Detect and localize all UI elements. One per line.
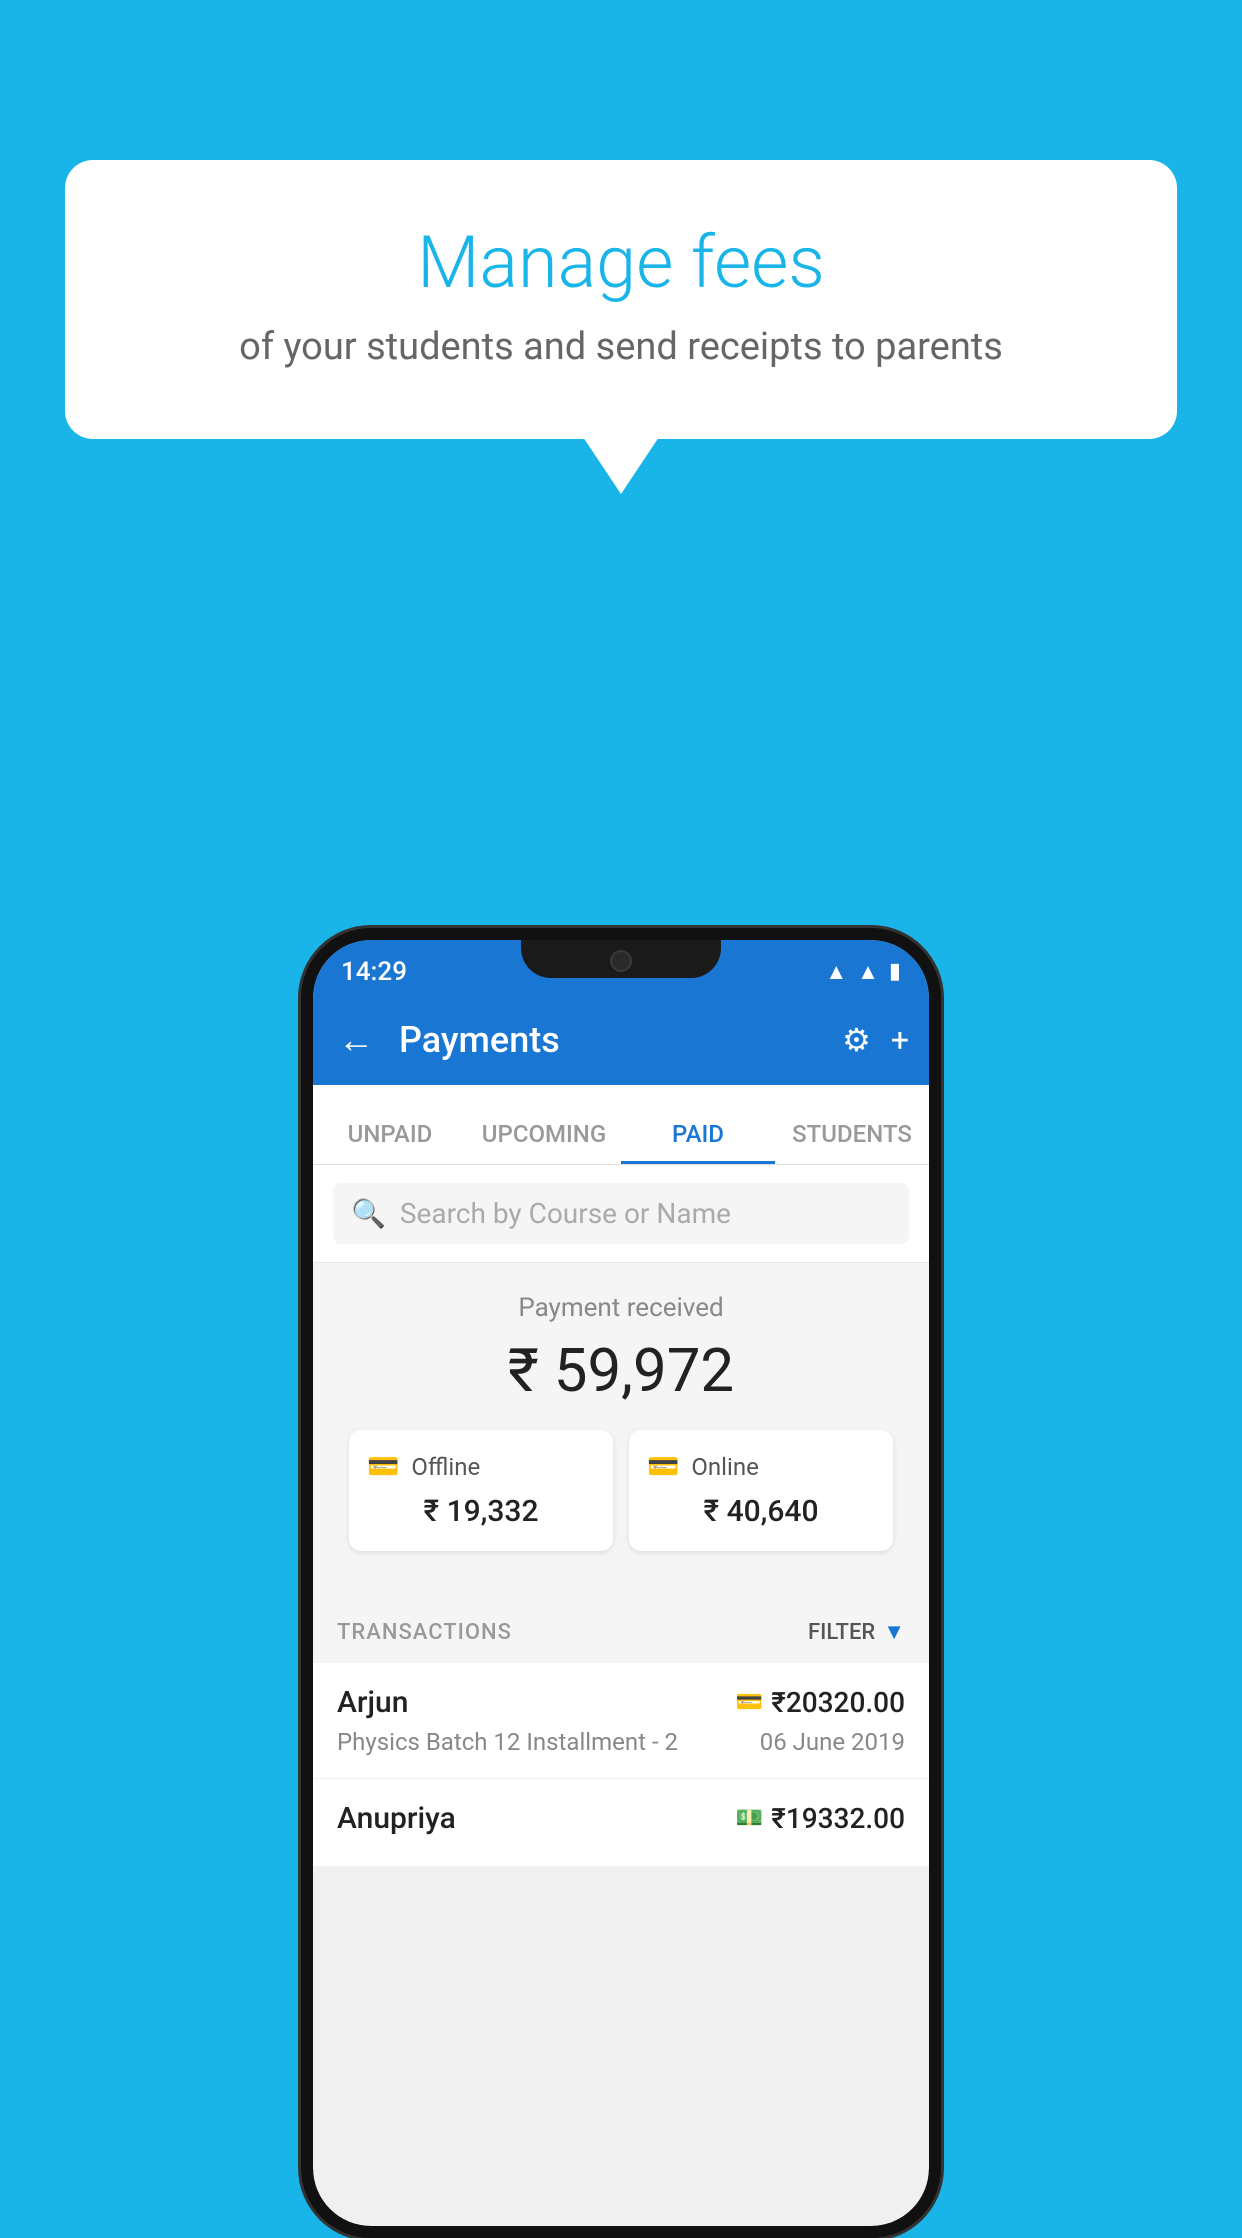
- tab-paid[interactable]: PAID: [621, 1120, 775, 1164]
- transactions-label: TRANSACTIONS: [337, 1620, 512, 1645]
- tab-students[interactable]: STUDENTS: [775, 1120, 929, 1164]
- online-card-header: 💳 Online: [647, 1452, 875, 1482]
- payment-total-amount: ₹ 59,972: [333, 1335, 909, 1406]
- payment-cards: 💳 Offline ₹ 19,332 💳 Online ₹ 40,640: [333, 1430, 909, 1571]
- phone-volume-button: [301, 1140, 306, 1240]
- amount-value: ₹20320.00: [771, 1686, 905, 1719]
- filter-label: FILTER: [808, 1620, 875, 1645]
- phone-camera: [610, 950, 632, 972]
- online-amount: ₹ 40,640: [647, 1494, 875, 1529]
- phone-notch: [521, 940, 721, 978]
- offline-label: Offline: [411, 1453, 480, 1481]
- speech-bubble: Manage fees of your students and send re…: [65, 160, 1177, 439]
- transaction-description: Physics Batch 12 Installment - 2: [337, 1728, 678, 1756]
- cash-icon: 💳: [367, 1452, 399, 1482]
- page-title: Payments: [399, 1019, 822, 1061]
- search-container: 🔍 Search by Course or Name: [313, 1165, 929, 1263]
- bubble-title: Manage fees: [115, 220, 1127, 305]
- status-time: 14:29: [341, 957, 407, 987]
- search-icon: 🔍: [351, 1197, 386, 1230]
- wifi-icon: ▲: [825, 959, 847, 985]
- transaction-amount: 💳 ₹20320.00: [736, 1686, 905, 1719]
- card-icon: 💳: [647, 1452, 679, 1482]
- table-row[interactable]: Arjun 💳 ₹20320.00 Physics Batch 12 Insta…: [313, 1663, 929, 1779]
- add-icon[interactable]: +: [891, 1021, 909, 1059]
- transaction-name: Anupriya: [337, 1801, 456, 1836]
- transaction-amount: 💵 ₹19332.00: [736, 1802, 905, 1835]
- bubble-subtitle: of your students and send receipts to pa…: [115, 325, 1127, 369]
- transaction-bottom-row: Physics Batch 12 Installment - 2 06 June…: [337, 1728, 905, 1756]
- transaction-top-row: Anupriya 💵 ₹19332.00: [337, 1801, 905, 1836]
- cash-payment-icon: 💵: [736, 1806, 763, 1831]
- offline-card-header: 💳 Offline: [367, 1452, 595, 1482]
- search-input[interactable]: Search by Course or Name: [400, 1197, 731, 1230]
- tab-unpaid[interactable]: UNPAID: [313, 1120, 467, 1164]
- online-label: Online: [691, 1453, 758, 1481]
- back-button[interactable]: ←: [333, 1014, 379, 1066]
- table-row[interactable]: Anupriya 💵 ₹19332.00: [313, 1779, 929, 1867]
- status-icons: ▲ ▲ ▮: [825, 959, 901, 985]
- offline-amount: ₹ 19,332: [367, 1494, 595, 1529]
- online-payment-card: 💳 Online ₹ 40,640: [629, 1430, 893, 1551]
- filter-button[interactable]: FILTER ▼: [808, 1619, 905, 1645]
- transaction-date: 06 June 2019: [760, 1728, 905, 1756]
- amount-value: ₹19332.00: [771, 1802, 905, 1835]
- header-icons: ⚙ +: [842, 1021, 909, 1059]
- gear-icon[interactable]: ⚙: [842, 1021, 871, 1059]
- transaction-name: Arjun: [337, 1685, 408, 1720]
- card-payment-icon: 💳: [736, 1690, 763, 1715]
- signal-icon: ▲: [857, 959, 879, 985]
- app-header: ← Payments ⚙ +: [313, 995, 929, 1085]
- offline-payment-card: 💳 Offline ₹ 19,332: [349, 1430, 613, 1551]
- tab-upcoming[interactable]: UPCOMING: [467, 1120, 621, 1164]
- payment-summary: Payment received ₹ 59,972 💳 Offline ₹ 19…: [313, 1263, 929, 1601]
- phone-power-button: [936, 1190, 941, 1270]
- phone-screen: 14:29 ▲ ▲ ▮ ← Payments ⚙ + UNPAID UPCOMI…: [313, 940, 929, 2226]
- transactions-header: TRANSACTIONS FILTER ▼: [313, 1601, 929, 1663]
- filter-icon: ▼: [883, 1619, 905, 1645]
- payment-received-label: Payment received: [333, 1293, 909, 1323]
- search-bar[interactable]: 🔍 Search by Course or Name: [333, 1183, 909, 1244]
- tabs-bar: UNPAID UPCOMING PAID STUDENTS: [313, 1085, 929, 1165]
- battery-icon: ▮: [889, 959, 901, 984]
- phone-frame: 14:29 ▲ ▲ ▮ ← Payments ⚙ + UNPAID UPCOMI…: [301, 928, 941, 2238]
- transaction-list: Arjun 💳 ₹20320.00 Physics Batch 12 Insta…: [313, 1663, 929, 1867]
- transaction-top-row: Arjun 💳 ₹20320.00: [337, 1685, 905, 1720]
